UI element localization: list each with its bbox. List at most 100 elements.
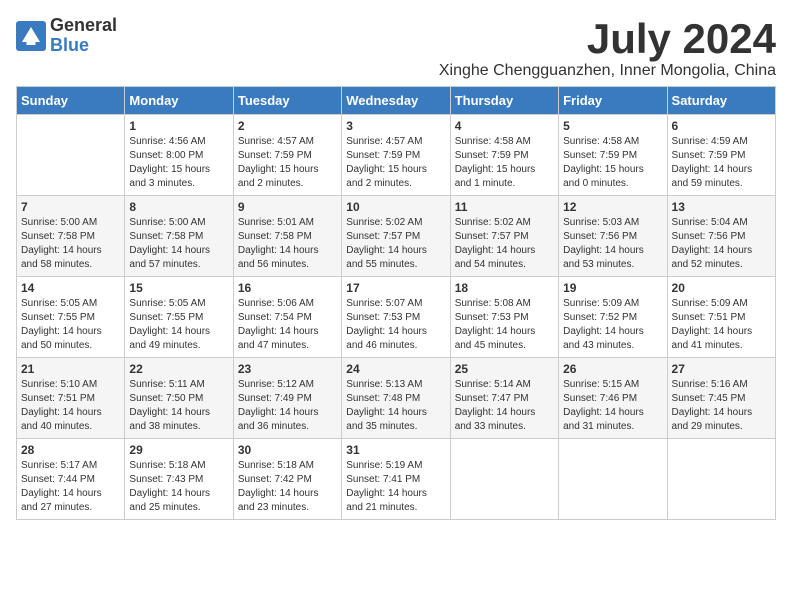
- day-info: Sunrise: 5:18 AM Sunset: 7:42 PM Dayligh…: [238, 459, 337, 515]
- month-title: July 2024: [439, 16, 776, 62]
- calendar-cell: 8 Sunrise: 5:00 AM Sunset: 7:58 PM Daylig…: [125, 196, 233, 277]
- day-info: Sunrise: 5:05 AM Sunset: 7:55 PM Dayligh…: [129, 297, 228, 353]
- calendar-cell: 14Sunrise: 5:05 AM Sunset: 7:55 PM Dayli…: [17, 277, 125, 358]
- calendar-cell: 7 Sunrise: 5:00 AM Sunset: 7:58 PM Daylig…: [17, 196, 125, 277]
- calendar-cell: [559, 439, 667, 520]
- day-number: 31: [346, 443, 445, 457]
- day-number: 7: [21, 200, 120, 214]
- weekday-header: Wednesday: [342, 87, 450, 115]
- day-info: Sunrise: 4:59 AM Sunset: 7:59 PM Dayligh…: [672, 135, 771, 191]
- day-number: 10: [346, 200, 445, 214]
- day-number: 9: [238, 200, 337, 214]
- calendar-cell: 13 Sunrise: 5:04 AM Sunset: 7:56 PM Dayli…: [667, 196, 775, 277]
- logo-icon: [16, 21, 46, 51]
- calendar-cell: 3Sunrise: 4:57 AM Sunset: 7:59 PM Daylig…: [342, 115, 450, 196]
- day-number: 1: [129, 119, 228, 133]
- calendar-week-row: 14Sunrise: 5:05 AM Sunset: 7:55 PM Dayli…: [17, 277, 776, 358]
- day-number: 12: [563, 200, 662, 214]
- calendar-week-row: 21 Sunrise: 5:10 AM Sunset: 7:51 PM Dayli…: [17, 358, 776, 439]
- day-info: Sunrise: 5:16 AM Sunset: 7:45 PM Dayligh…: [672, 378, 771, 434]
- day-info: Sunrise: 4:58 AM Sunset: 7:59 PM Dayligh…: [455, 135, 554, 191]
- calendar-cell: 9 Sunrise: 5:01 AM Sunset: 7:58 PM Daylig…: [233, 196, 341, 277]
- day-number: 17: [346, 281, 445, 295]
- day-info: Sunrise: 5:00 AM Sunset: 7:58 PM Dayligh…: [129, 216, 228, 272]
- day-info: Sunrise: 5:02 AM Sunset: 7:57 PM Dayligh…: [346, 216, 445, 272]
- calendar-cell: 18 Sunrise: 5:08 AM Sunset: 7:53 PM Dayli…: [450, 277, 558, 358]
- day-number: 11: [455, 200, 554, 214]
- title-block: July 2024 Xinghe Chengguanzhen, Inner Mo…: [439, 16, 776, 80]
- day-number: 19: [563, 281, 662, 295]
- day-info: Sunrise: 5:01 AM Sunset: 7:58 PM Dayligh…: [238, 216, 337, 272]
- calendar-cell: 22Sunrise: 5:11 AM Sunset: 7:50 PM Dayli…: [125, 358, 233, 439]
- calendar-cell: 4 Sunrise: 4:58 AM Sunset: 7:59 PM Daylig…: [450, 115, 558, 196]
- day-number: 29: [129, 443, 228, 457]
- calendar-cell: 16 Sunrise: 5:06 AM Sunset: 7:54 PM Dayli…: [233, 277, 341, 358]
- day-info: Sunrise: 5:05 AM Sunset: 7:55 PM Dayligh…: [21, 297, 120, 353]
- day-info: Sunrise: 4:56 AM Sunset: 8:00 PM Dayligh…: [129, 135, 228, 191]
- day-number: 28: [21, 443, 120, 457]
- day-info: Sunrise: 4:57 AM Sunset: 7:59 PM Dayligh…: [346, 135, 445, 191]
- calendar-cell: 19Sunrise: 5:09 AM Sunset: 7:52 PM Dayli…: [559, 277, 667, 358]
- day-info: Sunrise: 5:12 AM Sunset: 7:49 PM Dayligh…: [238, 378, 337, 434]
- day-info: Sunrise: 4:58 AM Sunset: 7:59 PM Dayligh…: [563, 135, 662, 191]
- calendar-cell: [17, 115, 125, 196]
- day-number: 26: [563, 362, 662, 376]
- weekday-header: Sunday: [17, 87, 125, 115]
- day-info: Sunrise: 5:00 AM Sunset: 7:58 PM Dayligh…: [21, 216, 120, 272]
- calendar-cell: 31 Sunrise: 5:19 AM Sunset: 7:41 PM Dayli…: [342, 439, 450, 520]
- calendar-cell: 15 Sunrise: 5:05 AM Sunset: 7:55 PM Dayli…: [125, 277, 233, 358]
- logo-blue: Blue: [50, 36, 117, 56]
- day-number: 15: [129, 281, 228, 295]
- day-number: 13: [672, 200, 771, 214]
- location-title: Xinghe Chengguanzhen, Inner Mongolia, Ch…: [439, 62, 776, 80]
- logo: General Blue: [16, 16, 117, 56]
- day-number: 24: [346, 362, 445, 376]
- calendar-week-row: 1 Sunrise: 4:56 AM Sunset: 8:00 PM Daylig…: [17, 115, 776, 196]
- day-info: Sunrise: 5:04 AM Sunset: 7:56 PM Dayligh…: [672, 216, 771, 272]
- calendar-cell: 6Sunrise: 4:59 AM Sunset: 7:59 PM Daylig…: [667, 115, 775, 196]
- weekday-header: Saturday: [667, 87, 775, 115]
- day-number: 16: [238, 281, 337, 295]
- calendar-cell: 12 Sunrise: 5:03 AM Sunset: 7:56 PM Dayli…: [559, 196, 667, 277]
- day-number: 4: [455, 119, 554, 133]
- calendar-cell: 11 Sunrise: 5:02 AM Sunset: 7:57 PM Dayli…: [450, 196, 558, 277]
- day-number: 2: [238, 119, 337, 133]
- day-number: 21: [21, 362, 120, 376]
- day-number: 23: [238, 362, 337, 376]
- day-info: Sunrise: 5:14 AM Sunset: 7:47 PM Dayligh…: [455, 378, 554, 434]
- day-info: Sunrise: 5:19 AM Sunset: 7:41 PM Dayligh…: [346, 459, 445, 515]
- day-info: Sunrise: 4:57 AM Sunset: 7:59 PM Dayligh…: [238, 135, 337, 191]
- page-header: General Blue July 2024 Xinghe Chengguanz…: [16, 16, 776, 80]
- day-number: 18: [455, 281, 554, 295]
- day-info: Sunrise: 5:08 AM Sunset: 7:53 PM Dayligh…: [455, 297, 554, 353]
- day-info: Sunrise: 5:09 AM Sunset: 7:51 PM Dayligh…: [672, 297, 771, 353]
- calendar-cell: 24 Sunrise: 5:13 AM Sunset: 7:48 PM Dayli…: [342, 358, 450, 439]
- logo-text: General Blue: [50, 16, 117, 56]
- calendar-cell: 26 Sunrise: 5:15 AM Sunset: 7:46 PM Dayli…: [559, 358, 667, 439]
- calendar-cell: 27 Sunrise: 5:16 AM Sunset: 7:45 PM Dayli…: [667, 358, 775, 439]
- weekday-header: Monday: [125, 87, 233, 115]
- calendar-cell: 2 Sunrise: 4:57 AM Sunset: 7:59 PM Daylig…: [233, 115, 341, 196]
- calendar-cell: [450, 439, 558, 520]
- calendar-cell: 21 Sunrise: 5:10 AM Sunset: 7:51 PM Dayli…: [17, 358, 125, 439]
- day-number: 22: [129, 362, 228, 376]
- day-info: Sunrise: 5:13 AM Sunset: 7:48 PM Dayligh…: [346, 378, 445, 434]
- calendar-week-row: 28Sunrise: 5:17 AM Sunset: 7:44 PM Dayli…: [17, 439, 776, 520]
- logo-general: General: [50, 16, 117, 36]
- calendar-cell: 17 Sunrise: 5:07 AM Sunset: 7:53 PM Dayli…: [342, 277, 450, 358]
- day-info: Sunrise: 5:15 AM Sunset: 7:46 PM Dayligh…: [563, 378, 662, 434]
- calendar-cell: 5 Sunrise: 4:58 AM Sunset: 7:59 PM Daylig…: [559, 115, 667, 196]
- weekday-header: Friday: [559, 87, 667, 115]
- calendar-cell: 10 Sunrise: 5:02 AM Sunset: 7:57 PM Dayli…: [342, 196, 450, 277]
- day-number: 8: [129, 200, 228, 214]
- day-info: Sunrise: 5:02 AM Sunset: 7:57 PM Dayligh…: [455, 216, 554, 272]
- day-info: Sunrise: 5:03 AM Sunset: 7:56 PM Dayligh…: [563, 216, 662, 272]
- day-number: 27: [672, 362, 771, 376]
- calendar-cell: 20 Sunrise: 5:09 AM Sunset: 7:51 PM Dayli…: [667, 277, 775, 358]
- day-number: 5: [563, 119, 662, 133]
- day-info: Sunrise: 5:06 AM Sunset: 7:54 PM Dayligh…: [238, 297, 337, 353]
- calendar-cell: 25Sunrise: 5:14 AM Sunset: 7:47 PM Dayli…: [450, 358, 558, 439]
- day-info: Sunrise: 5:10 AM Sunset: 7:51 PM Dayligh…: [21, 378, 120, 434]
- day-number: 20: [672, 281, 771, 295]
- day-info: Sunrise: 5:07 AM Sunset: 7:53 PM Dayligh…: [346, 297, 445, 353]
